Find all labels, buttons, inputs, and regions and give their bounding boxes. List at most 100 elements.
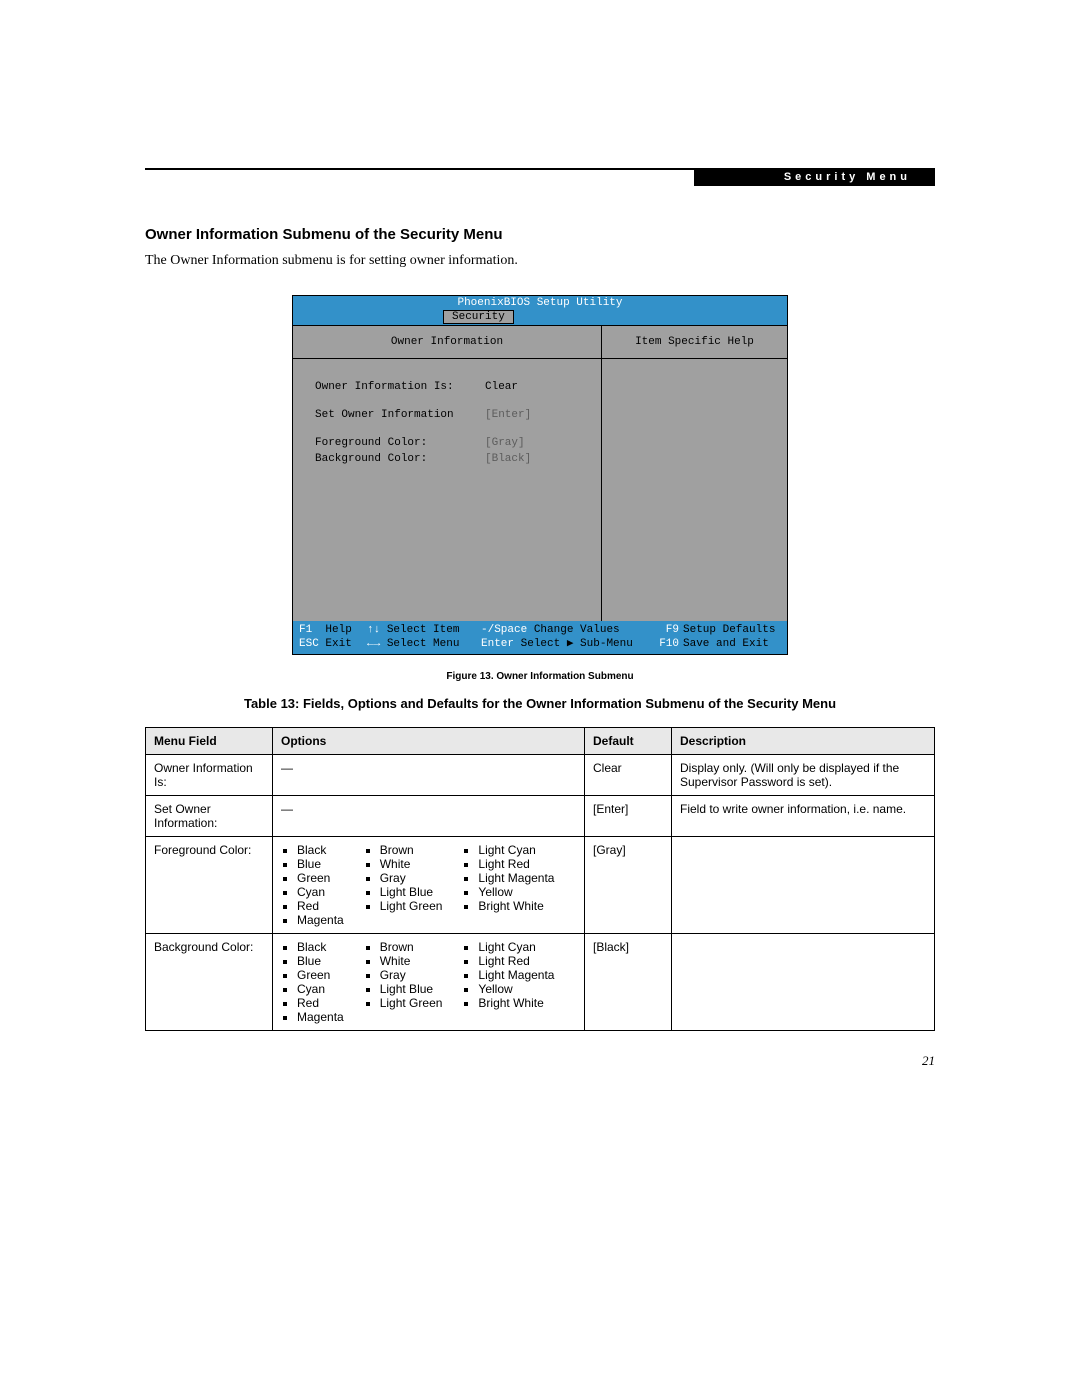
list-item: Black [297,843,344,857]
cell-field: Foreground Color: [146,836,273,933]
list-item: Gray [380,968,443,982]
list-item: Magenta [297,913,344,927]
bios-value: [Enter] [485,409,531,421]
bios-key-updown-label: Select Item [387,624,460,636]
bios-key-leftright: ←→ [367,638,380,650]
bios-key-enter: Enter [481,638,514,650]
table-row: Owner Information Is: — Clear Display on… [146,754,935,795]
cell-default: [Enter] [585,795,672,836]
bios-key-f1-label: Help [325,624,351,636]
table-row: Foreground Color: Black Blue Green Cyan … [146,836,935,933]
list-item: Gray [380,871,443,885]
bios-screenshot: PhoenixBIOS Setup Utility Security Owner… [292,295,788,655]
list-item: Light Blue [380,885,443,899]
list-item: Yellow [478,982,554,996]
list-item: Light Cyan [478,940,554,954]
th-options: Options [273,727,585,754]
list-item: White [380,954,443,968]
bios-key-f1: F1 [299,624,312,636]
list-item: Bright White [478,899,554,913]
cell-default: [Gray] [585,836,672,933]
cell-description: Field to write owner information, i.e. n… [672,795,935,836]
bios-key-leftright-label: Select Menu [387,638,460,650]
bios-value: [Gray] [485,437,525,449]
cell-default: Clear [585,754,672,795]
list-item: Light Cyan [478,843,554,857]
cell-default: [Black] [585,933,672,1030]
bios-row-owner-info-is: Owner Information Is: Clear [315,381,589,393]
cell-description [672,933,935,1030]
bios-key-updown: ↑↓ [367,624,380,636]
list-item: Blue [297,857,344,871]
cell-options: — [273,754,585,795]
bios-key-esc: ESC [299,638,319,650]
cell-options: Black Blue Green Cyan Red Magenta Brown … [273,836,585,933]
bios-label: Set Owner Information [315,409,485,421]
list-item: Light Magenta [478,968,554,982]
bios-title: PhoenixBIOS Setup Utility [293,296,787,310]
page-header: Security Menu [145,168,935,184]
bios-key-f10-label: Save and Exit [683,638,769,650]
list-item: Yellow [478,885,554,899]
list-item: Cyan [297,885,344,899]
list-item: Magenta [297,1010,344,1024]
th-default: Default [585,727,672,754]
bios-tab-security: Security [443,310,514,324]
figure-caption: Figure 13. Owner Information Submenu [145,671,935,682]
bios-key-esc-label: Exit [325,638,351,650]
bios-value: [Black] [485,453,531,465]
bios-key-space-label: Change Values [534,624,620,636]
bios-label: Foreground Color: [315,437,485,449]
bios-label: Background Color: [315,453,485,465]
list-item: Black [297,940,344,954]
list-item: Blue [297,954,344,968]
bios-left-panel: Owner Information Owner Information Is: … [293,326,602,621]
bios-key-enter-label: Select ▶ Sub-Menu [521,638,633,650]
cell-options: — [273,795,585,836]
fields-table: Menu Field Options Default Description O… [145,727,935,1031]
bios-label: Owner Information Is: [315,381,485,393]
list-item: Green [297,968,344,982]
list-item: Cyan [297,982,344,996]
cell-description [672,836,935,933]
list-item: Bright White [478,996,554,1010]
bios-key-f10: F10 [659,638,679,650]
table-row: Background Color: Black Blue Green Cyan … [146,933,935,1030]
list-item: Brown [380,843,443,857]
list-item: White [380,857,443,871]
header-banner: Security Menu [694,168,935,186]
bios-panel-title: Owner Information [293,326,601,359]
list-item: Red [297,996,344,1010]
list-item: Light Green [380,996,443,1010]
bios-key-space: -/Space [481,624,527,636]
cell-description: Display only. (Will only be displayed if… [672,754,935,795]
bios-row-set-owner-info: Set Owner Information [Enter] [315,409,589,421]
cell-field: Background Color: [146,933,273,1030]
list-item: Red [297,899,344,913]
th-menu-field: Menu Field [146,727,273,754]
list-item: Green [297,871,344,885]
bios-key-f9-label: Setup Defaults [683,624,775,636]
section-intro: The Owner Information submenu is for set… [145,253,935,269]
bios-footer: F1 Help ↑↓ Select Item -/Space Change Va… [293,621,787,654]
bios-value: Clear [485,381,518,393]
list-item: Brown [380,940,443,954]
bios-tab-row: Security [293,310,787,325]
list-item: Light Red [478,857,554,871]
table-row: Set Owner Information: — [Enter] Field t… [146,795,935,836]
list-item: Light Magenta [478,871,554,885]
cell-options: Black Blue Green Cyan Red Magenta Brown … [273,933,585,1030]
cell-field: Set Owner Information: [146,795,273,836]
page-number: 21 [145,1053,935,1069]
bios-key-f9: F9 [666,624,679,636]
bios-help-title: Item Specific Help [602,326,787,359]
th-description: Description [672,727,935,754]
table-title: Table 13: Fields, Options and Defaults f… [145,696,935,711]
bios-row-fg-color: Foreground Color: [Gray] [315,437,589,449]
list-item: Light Blue [380,982,443,996]
list-item: Light Red [478,954,554,968]
cell-field: Owner Information Is: [146,754,273,795]
bios-help-panel: Item Specific Help [602,326,787,621]
section-heading: Owner Information Submenu of the Securit… [145,226,935,243]
bios-row-bg-color: Background Color: [Black] [315,453,589,465]
